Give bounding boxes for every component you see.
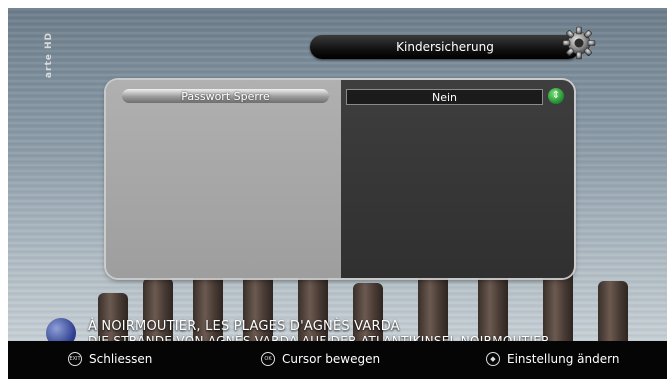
- channel-logo: arte HD: [44, 32, 54, 79]
- footer-ok[interactable]: OK Cursor bewegen: [261, 352, 380, 366]
- footer-change[interactable]: ◆ Einstellung ändern: [486, 352, 619, 366]
- value-text: Nein: [431, 90, 458, 104]
- footer-change-label: Einstellung ändern: [507, 352, 620, 366]
- toggle-icon[interactable]: ⇕: [548, 88, 564, 104]
- menu-item-password-lock[interactable]: Passwort Sperre: [122, 89, 329, 103]
- footer-bar: EXIT Schliessen OK Cursor bewegen ◆ Eins…: [8, 341, 667, 379]
- video-subtitle-line1: À NOIRMOUTIER, LES PLAGES D'AGNÈS VARDA: [88, 319, 400, 334]
- ok-button-icon: OK: [261, 352, 275, 366]
- settings-list: Passwort Sperre: [106, 80, 341, 278]
- settings-panel: Passwort Sperre Nein ⇕: [106, 80, 574, 278]
- arrow-keys-icon: ◆: [486, 352, 500, 366]
- footer-exit[interactable]: EXIT Schliessen: [68, 352, 152, 366]
- exit-button-icon: EXIT: [68, 352, 82, 366]
- footer-ok-label: Cursor bewegen: [282, 352, 381, 366]
- gear-icon: [562, 26, 596, 60]
- menu-item-label: Passwort Sperre: [181, 89, 270, 103]
- footer-exit-label: Schliessen: [89, 352, 153, 366]
- password-lock-value[interactable]: Nein: [346, 89, 543, 105]
- tv-screen: arte HD Kindersicherung Passwort Sperre …: [8, 8, 667, 379]
- menu-title: Kindersicherung: [396, 40, 494, 54]
- menu-title-bar: Kindersicherung: [310, 35, 580, 59]
- settings-values: [341, 80, 574, 278]
